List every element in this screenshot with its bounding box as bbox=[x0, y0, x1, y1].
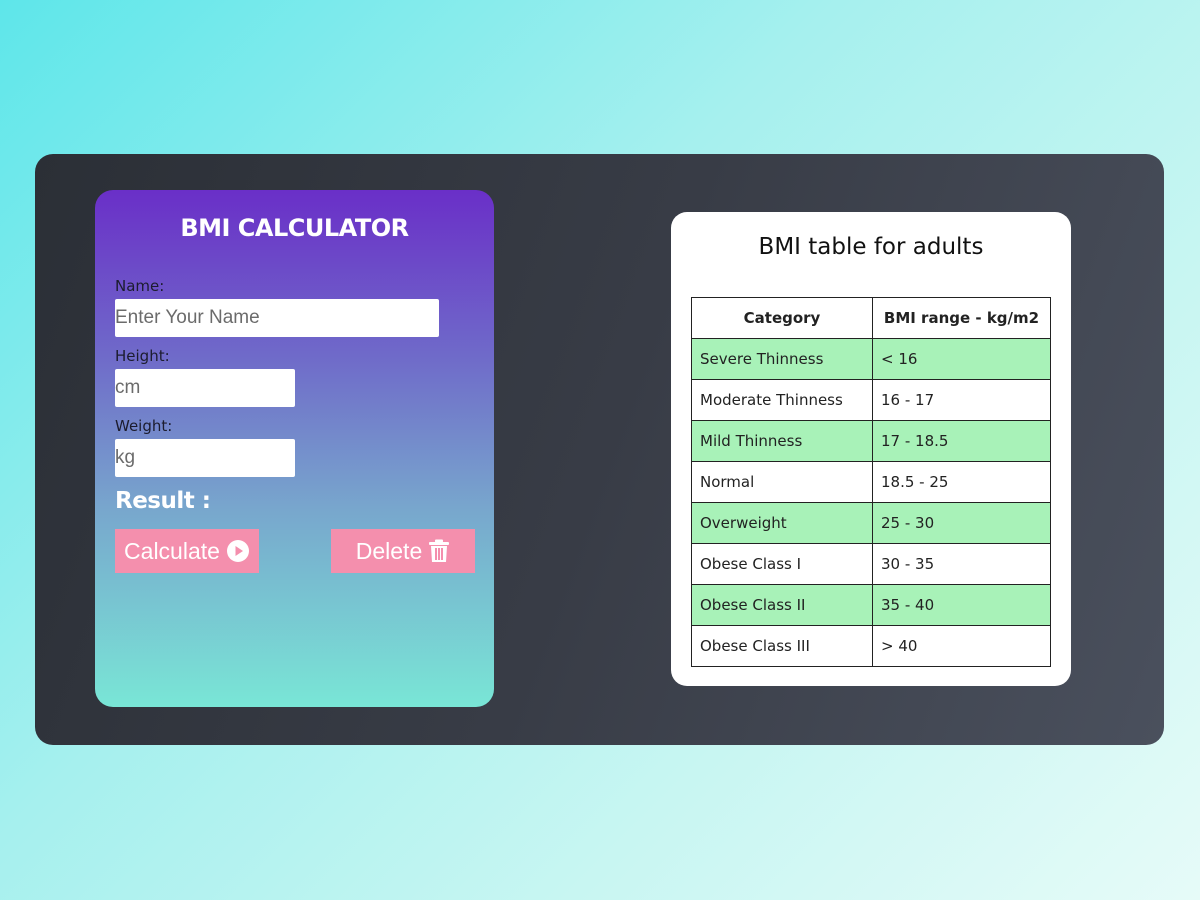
range-cell: > 40 bbox=[872, 625, 1051, 667]
category-cell: Obese Class I bbox=[691, 543, 873, 585]
height-input[interactable] bbox=[115, 369, 295, 407]
range-cell: 25 - 30 bbox=[872, 502, 1051, 544]
play-circle-icon bbox=[226, 539, 250, 563]
table-row: Normal 18.5 - 25 bbox=[691, 461, 1051, 503]
name-input[interactable] bbox=[115, 299, 439, 337]
table-row: Obese Class II 35 - 40 bbox=[691, 584, 1051, 626]
delete-button[interactable]: Delete bbox=[331, 529, 475, 573]
table-row: Obese Class I 30 - 35 bbox=[691, 543, 1051, 585]
table-row: Obese Class III > 40 bbox=[691, 625, 1051, 667]
range-cell: 17 - 18.5 bbox=[872, 420, 1051, 462]
bmi-calculator-card: BMI CALCULATOR Name: Height: Weight: Res… bbox=[95, 190, 494, 707]
calculate-button[interactable]: Calculate bbox=[115, 529, 259, 573]
column-header-bmi-range: BMI range - kg/m2 bbox=[872, 297, 1051, 339]
category-cell: Severe Thinness bbox=[691, 338, 873, 380]
range-cell: 16 - 17 bbox=[872, 379, 1051, 421]
category-cell: Obese Class III bbox=[691, 625, 873, 667]
table-row: Mild Thinness 17 - 18.5 bbox=[691, 420, 1051, 462]
table-row: Moderate Thinness 16 - 17 bbox=[691, 379, 1051, 421]
result-label: Result : bbox=[115, 488, 211, 514]
category-cell: Obese Class II bbox=[691, 584, 873, 626]
category-cell: Normal bbox=[691, 461, 873, 503]
delete-button-label: Delete bbox=[355, 537, 423, 564]
column-header-category: Category bbox=[691, 297, 873, 339]
table-header-row: Category BMI range - kg/m2 bbox=[691, 297, 1051, 339]
category-cell: Mild Thinness bbox=[691, 420, 873, 462]
range-cell: 30 - 35 bbox=[872, 543, 1051, 585]
table-row: Severe Thinness < 16 bbox=[691, 338, 1051, 380]
category-cell: Moderate Thinness bbox=[691, 379, 873, 421]
weight-input[interactable] bbox=[115, 439, 295, 477]
range-cell: < 16 bbox=[872, 338, 1051, 380]
calculator-title: BMI CALCULATOR bbox=[180, 214, 409, 242]
height-label: Height: bbox=[115, 347, 170, 365]
calculate-button-label: Calculate bbox=[124, 537, 220, 564]
bmi-table-title: BMI table for adults bbox=[758, 234, 984, 260]
weight-label: Weight: bbox=[115, 417, 173, 435]
bmi-table: Category BMI range - kg/m2 Severe Thinne… bbox=[691, 297, 1051, 667]
main-panel: BMI CALCULATOR Name: Height: Weight: Res… bbox=[35, 154, 1164, 745]
name-label: Name: bbox=[115, 277, 165, 295]
bmi-table-card: BMI table for adults Category BMI range … bbox=[671, 212, 1071, 686]
table-row: Overweight 25 - 30 bbox=[691, 502, 1051, 544]
trash-icon bbox=[428, 539, 450, 563]
range-cell: 35 - 40 bbox=[872, 584, 1051, 626]
range-cell: 18.5 - 25 bbox=[872, 461, 1051, 503]
category-cell: Overweight bbox=[691, 502, 873, 544]
